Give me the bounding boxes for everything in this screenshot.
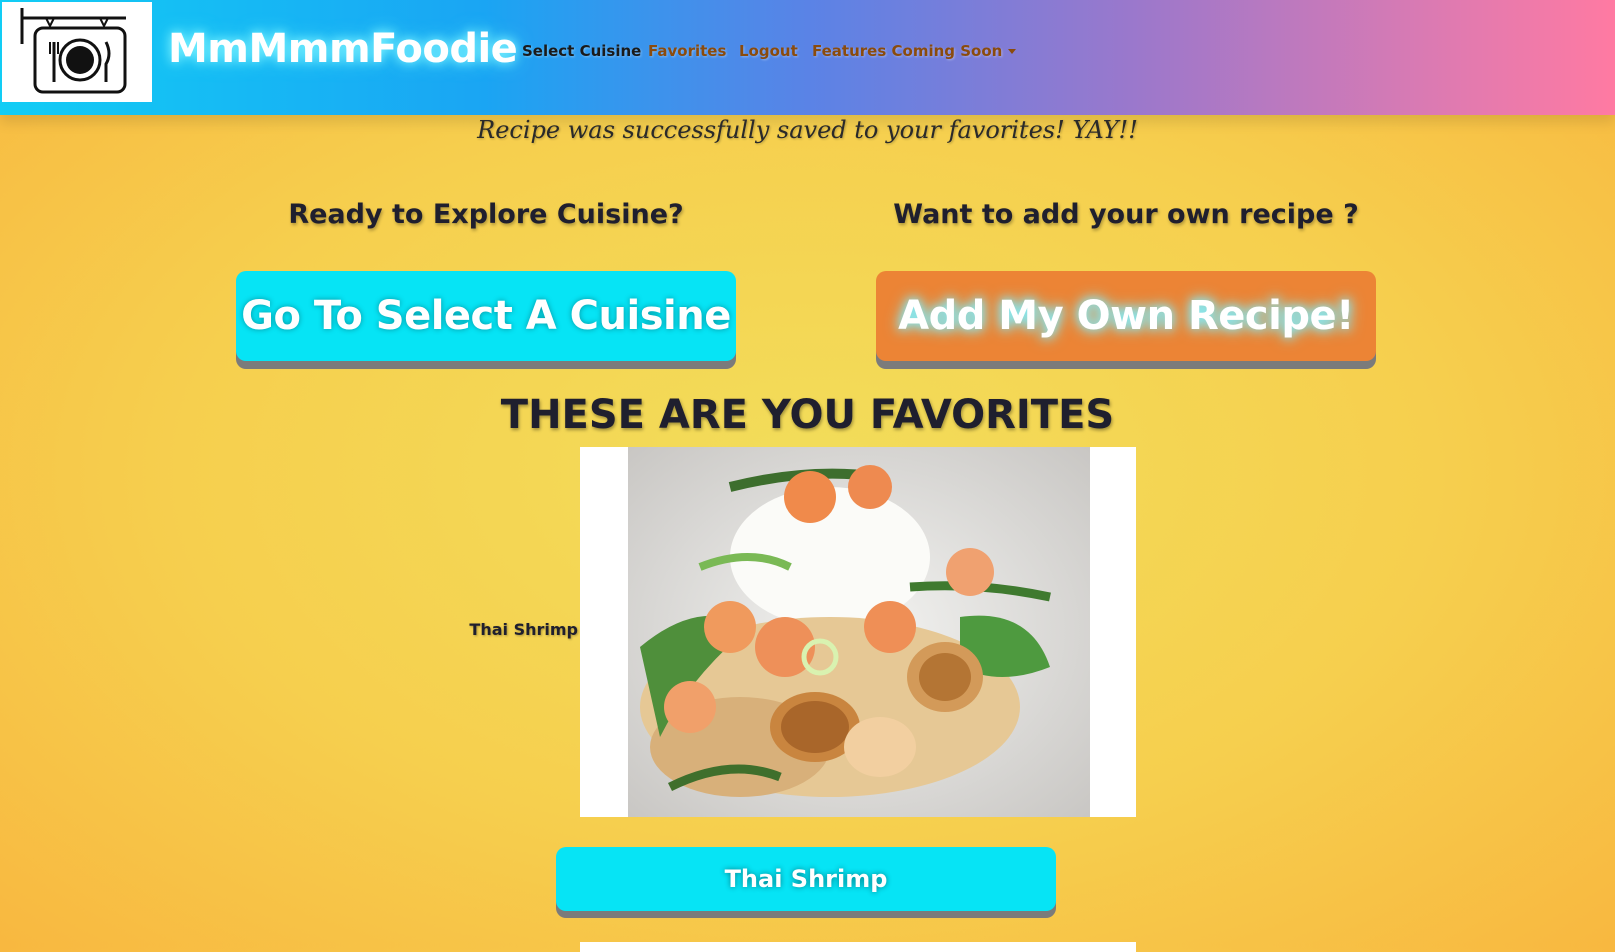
explore-prompt: Ready to Explore Cuisine? [288, 199, 684, 230]
favorite-recipe-label: Thai Shrimp [469, 620, 578, 639]
nav-link-select-cuisine[interactable]: Select Cuisine [522, 42, 641, 60]
nav-link-logout[interactable]: Logout [739, 42, 798, 60]
brand-title[interactable]: MmMmmFoodie [168, 26, 518, 72]
logo[interactable] [2, 2, 152, 102]
nav-dropdown-features[interactable]: Features Coming Soon [812, 42, 1017, 60]
flash-message: Recipe was successfully saved to your fa… [477, 116, 1138, 144]
top-navbar: MmMmmFoodie Select Cuisine Favorites Log… [0, 0, 1615, 115]
add-recipe-button[interactable]: Add My Own Recipe! [876, 271, 1376, 361]
caret-down-icon [1008, 49, 1017, 54]
select-cuisine-button[interactable]: Go To Select A Cuisine [236, 271, 736, 361]
next-favorite-photo [580, 942, 1136, 952]
nav-dropdown-label: Features Coming Soon [812, 42, 1003, 60]
favorites-title: THESE ARE YOU FAVORITES [500, 392, 1115, 438]
add-recipe-prompt: Want to add your own recipe ? [893, 199, 1359, 230]
thai-shrimp-dish-photo[interactable] [580, 447, 1136, 817]
favorite-recipe-button[interactable]: Thai Shrimp [556, 847, 1056, 911]
nav-link-favorites[interactable]: Favorites [648, 42, 726, 60]
food-image [628, 447, 1090, 817]
restaurant-sign-plate-icon [20, 8, 127, 94]
